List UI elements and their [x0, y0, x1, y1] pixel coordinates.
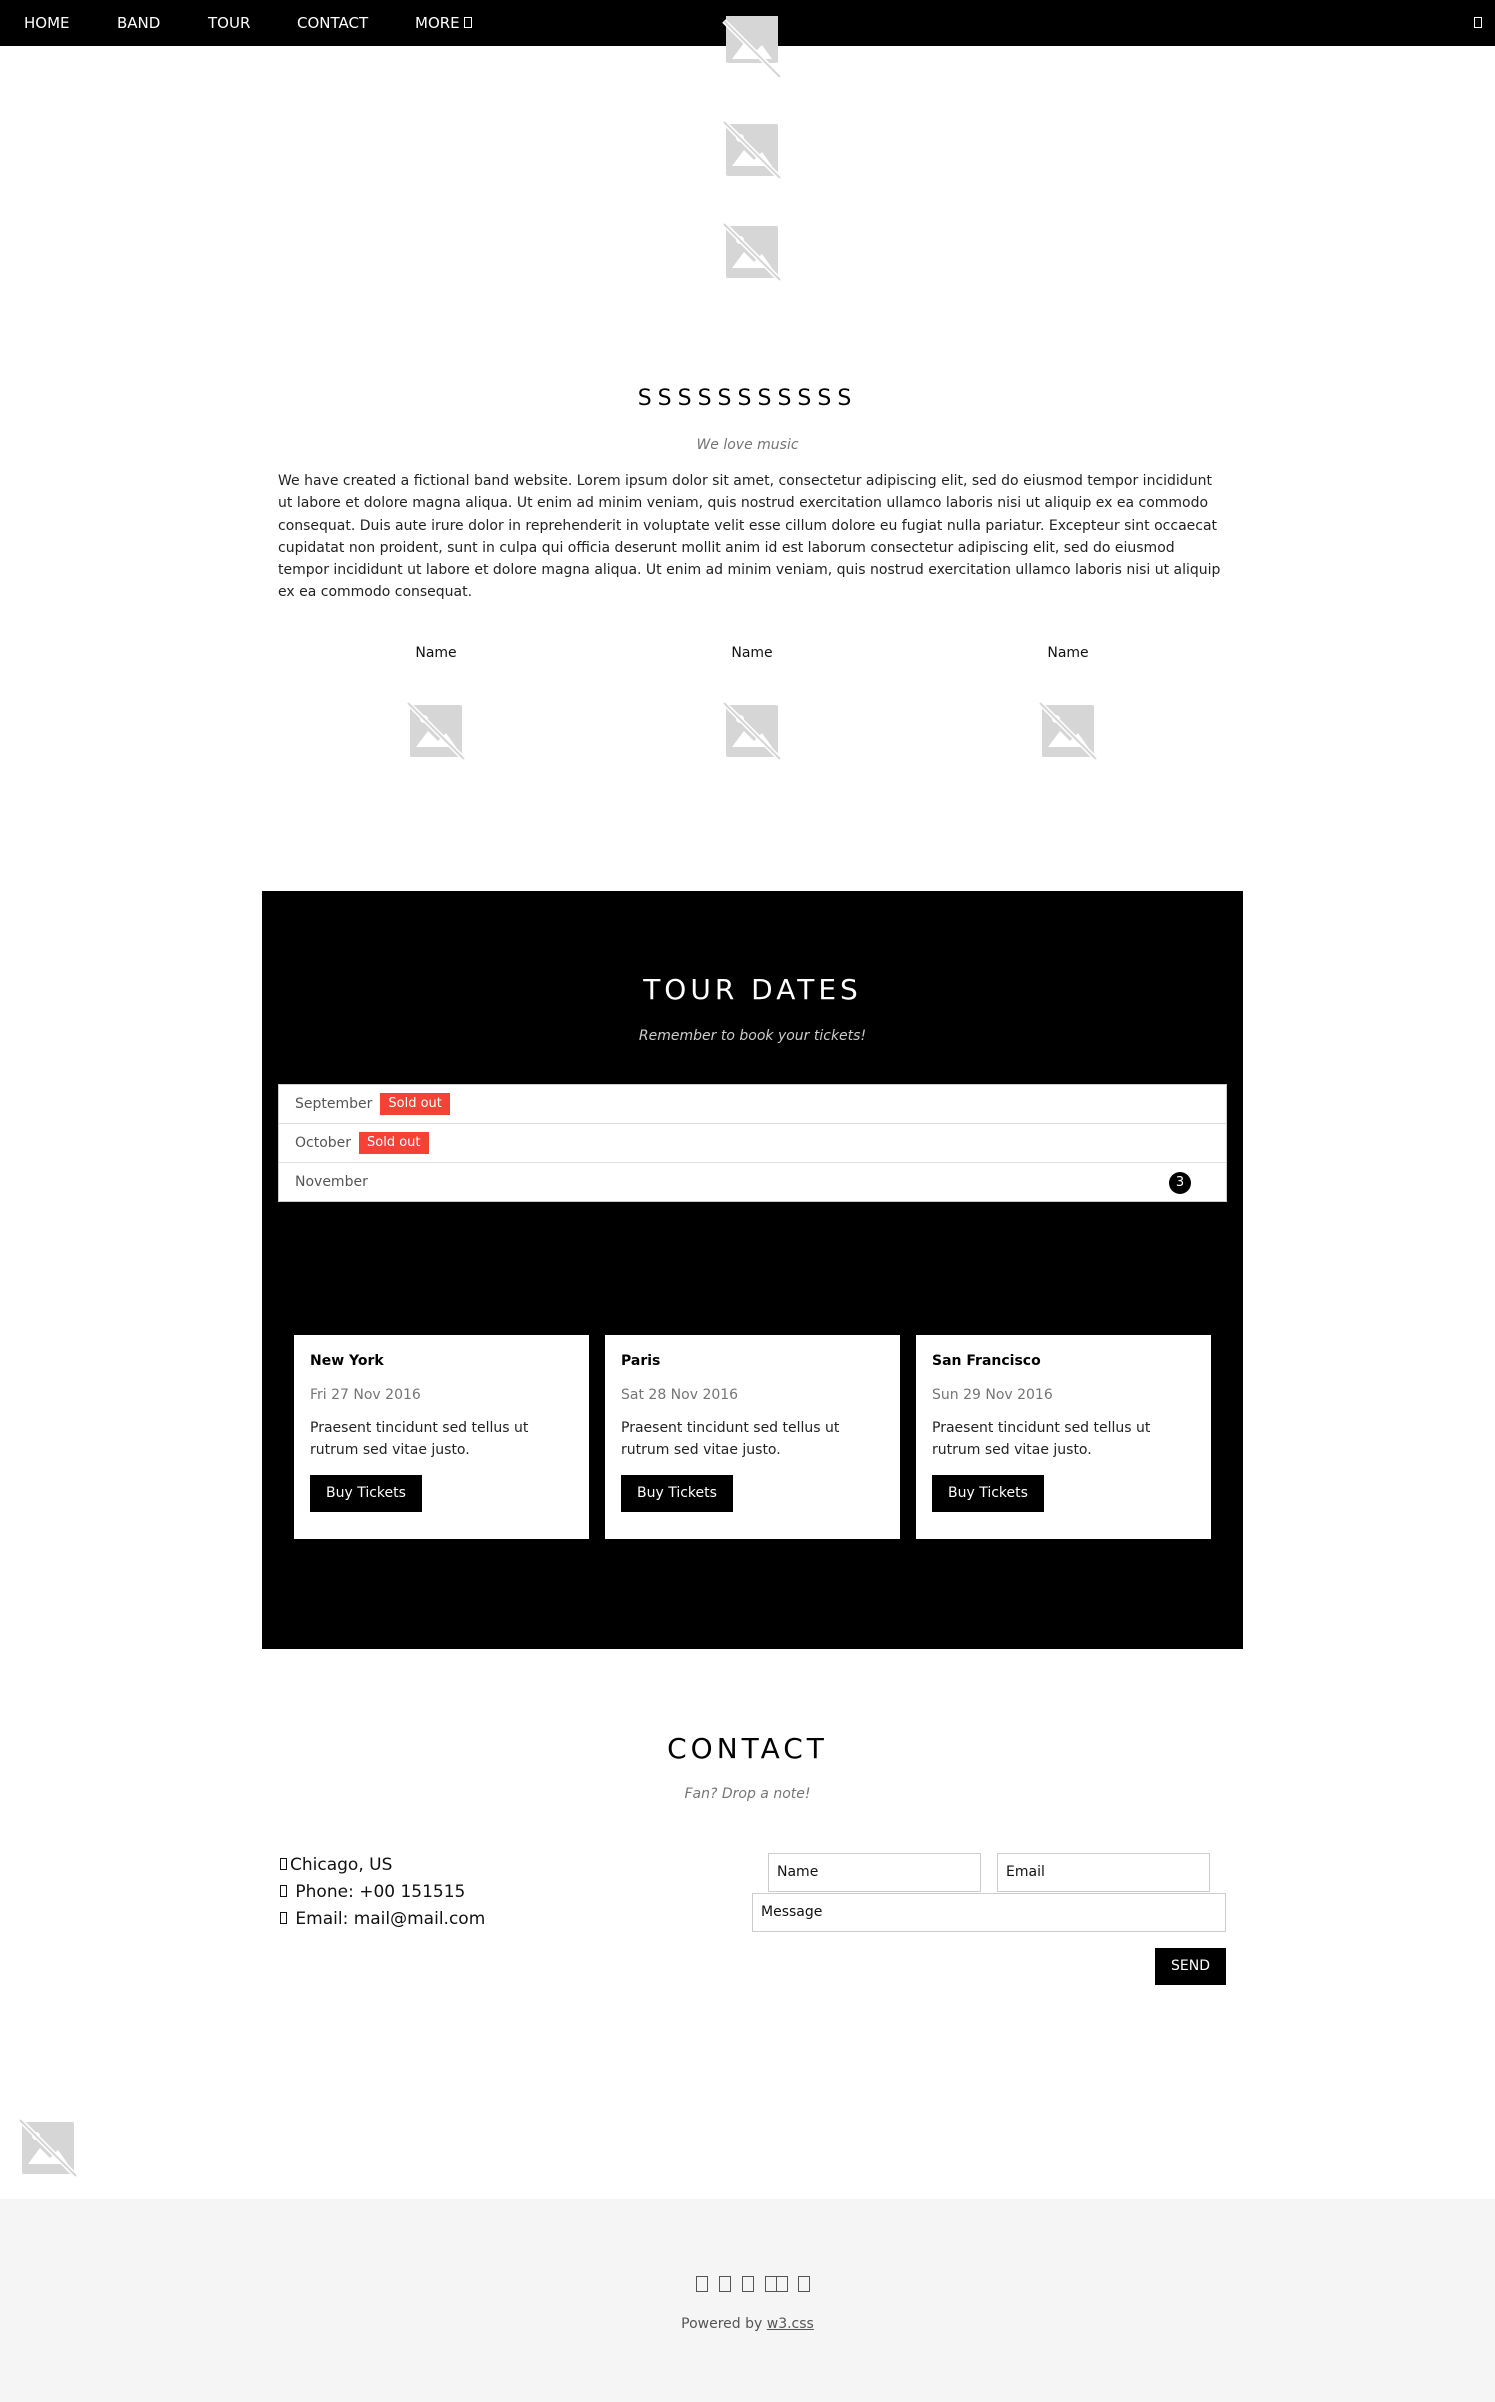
map-image-broken: [18, 2118, 78, 2178]
buy-tickets-button[interactable]: Buy Tickets: [932, 1475, 1044, 1512]
tour-card-san-francisco: San Francisco Sun 29 Nov 2016 Praesent t…: [916, 1335, 1211, 1539]
caret-down-icon: [463, 17, 472, 28]
nav-tour[interactable]: TOUR: [208, 0, 250, 46]
card-date: Sat 28 Nov 2016: [621, 1387, 739, 1403]
sold-out-badge: Sold out: [359, 1132, 429, 1154]
powered-by: Powered by w3.css: [0, 2316, 1495, 2332]
band-subtitle: We love music: [696, 437, 799, 453]
w3css-link[interactable]: w3.css: [767, 2316, 814, 2332]
tour-card-paris: Paris Sat 28 Nov 2016 Praesent tincidunt…: [605, 1335, 900, 1539]
contact-location: Chicago, US: [280, 1855, 392, 1875]
card-date: Fri 27 Nov 2016: [310, 1387, 421, 1403]
month-row-september[interactable]: September Sold out: [279, 1085, 1226, 1124]
card-city: San Francisco: [932, 1353, 1041, 1369]
twitter-icon[interactable]: [776, 2276, 788, 2292]
card-description: Praesent tincidunt sed tellus ut rutrum …: [310, 1420, 529, 1458]
phone-text: Phone: +00 151515: [295, 1882, 466, 1902]
phone-icon: [280, 1885, 287, 1897]
snapchat-icon[interactable]: [742, 2276, 754, 2292]
footer: Powered by w3.css: [0, 2199, 1495, 2402]
nav-more-dropdown[interactable]: MORE: [415, 0, 472, 46]
member-photo-broken: [406, 701, 466, 761]
tour-month-list: September Sold out October Sold out Novemb…: [278, 1084, 1227, 1202]
ticket-count-badge: 3: [1169, 1172, 1191, 1194]
member-name: Name: [415, 645, 457, 661]
contact-subtitle: Fan? Drop a note!: [684, 1786, 811, 1802]
month-row-november[interactable]: November 3: [279, 1163, 1226, 1202]
buy-tickets-button[interactable]: Buy Tickets: [621, 1475, 733, 1512]
message-input[interactable]: Message: [752, 1893, 1226, 1932]
member-name: Name: [731, 645, 773, 661]
member-name: Name: [1047, 645, 1089, 661]
band-title: SSSSSSSSSSS: [637, 386, 858, 411]
buy-tickets-button[interactable]: Buy Tickets: [310, 1475, 422, 1512]
band-description: We have created a fictional band website…: [278, 473, 1221, 601]
tour-card-new-york: New York Fri 27 Nov 2016 Praesent tincid…: [294, 1335, 589, 1539]
member-photo-broken: [722, 701, 782, 761]
send-button[interactable]: SEND: [1155, 1948, 1226, 1985]
member-photo-broken: [1038, 701, 1098, 761]
nav-more-label: MORE: [415, 14, 460, 32]
slideshow-image-broken: [722, 16, 782, 79]
tour-title: TOUR DATES: [643, 973, 862, 1006]
month-label: September: [295, 1096, 373, 1112]
month-row-october[interactable]: October Sold out: [279, 1124, 1226, 1163]
card-city: New York: [310, 1353, 384, 1369]
tour-section: TOUR DATES Remember to book your tickets…: [262, 891, 1243, 1649]
contact-phone: Phone: +00 151515: [280, 1882, 465, 1902]
month-label: November: [295, 1174, 368, 1190]
name-input[interactable]: Name: [768, 1853, 981, 1892]
linkedin-icon[interactable]: [798, 2276, 810, 2292]
nav-band[interactable]: BAND: [117, 0, 160, 46]
envelope-icon: [280, 1912, 287, 1924]
nav-contact[interactable]: CONTACT: [297, 0, 368, 46]
sold-out-badge: Sold out: [380, 1093, 450, 1115]
contact-email: Email: mail@mail.com: [280, 1909, 485, 1929]
slideshow-image-broken: [722, 120, 782, 180]
powered-by-text: Powered by: [681, 2316, 767, 2332]
map-marker-icon: [280, 1858, 287, 1870]
email-text: Email: mail@mail.com: [295, 1909, 486, 1929]
page: HOME BAND TOUR CONTACT MORE SSSSSSSSSSS …: [0, 0, 1495, 2402]
card-city: Paris: [621, 1353, 661, 1369]
nav-search[interactable]: [1470, 0, 1482, 46]
facebook-icon[interactable]: [696, 2276, 708, 2292]
instagram-icon[interactable]: [719, 2276, 731, 2292]
email-input[interactable]: Email: [997, 1853, 1210, 1892]
location-text: Chicago, US: [290, 1855, 393, 1875]
card-description: Praesent tincidunt sed tellus ut rutrum …: [621, 1420, 840, 1458]
contact-title: CONTACT: [667, 1732, 828, 1765]
month-label: October: [295, 1135, 352, 1151]
card-description: Praesent tincidunt sed tellus ut rutrum …: [932, 1420, 1151, 1458]
nav-home[interactable]: HOME: [24, 0, 70, 46]
search-icon: [1474, 17, 1482, 28]
card-date: Sun 29 Nov 2016: [932, 1387, 1053, 1403]
tour-subtitle: Remember to book your tickets!: [638, 1028, 867, 1044]
slideshow-image-broken: [722, 222, 782, 282]
